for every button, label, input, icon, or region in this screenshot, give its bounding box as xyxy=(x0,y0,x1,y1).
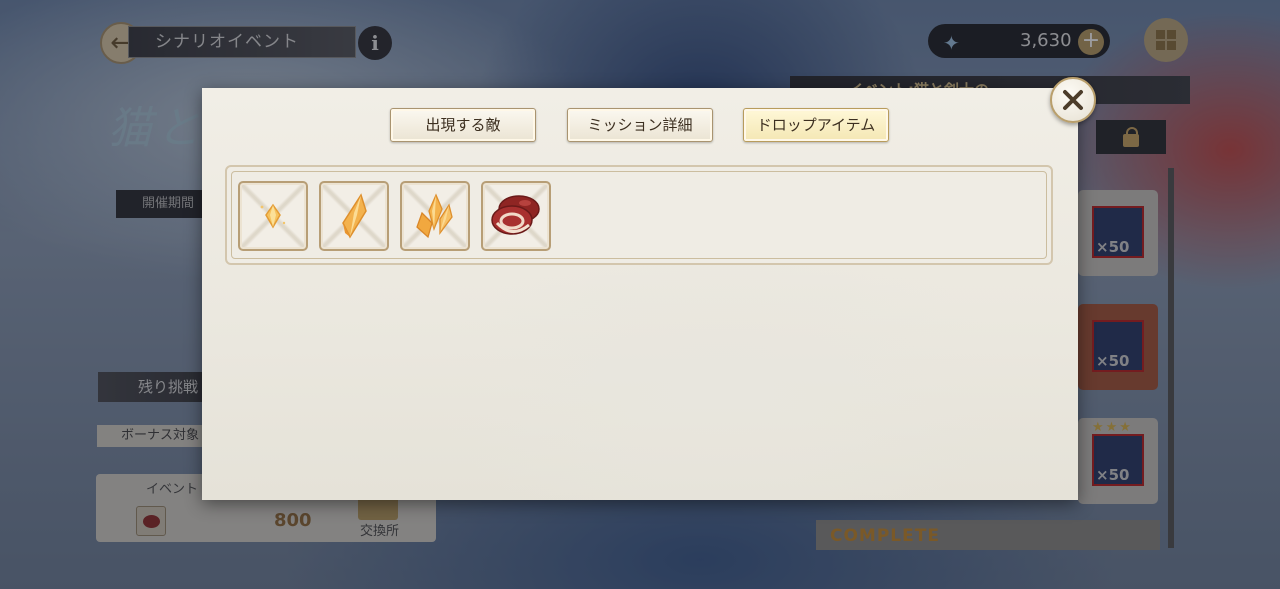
crystal-cluster-icon xyxy=(416,193,453,239)
tab-mission-details[interactable]: ミッション詳細 xyxy=(567,108,713,142)
small-crystal-icon xyxy=(260,203,286,229)
tab-drop-items[interactable]: ドロップアイテム xyxy=(743,108,889,142)
drop-items-panel xyxy=(225,165,1053,265)
drop-item-slot[interactable] xyxy=(319,181,389,251)
crystal-shard-icon xyxy=(342,193,367,239)
drop-item-slot[interactable] xyxy=(238,181,308,251)
drop-item-slot[interactable] xyxy=(481,181,551,251)
meat-icon xyxy=(491,195,540,235)
close-button[interactable] xyxy=(1050,77,1096,123)
drop-info-dialog: 出現する敵 ミッション詳細 ドロップアイテム xyxy=(202,88,1078,500)
tab-enemies[interactable]: 出現する敵 xyxy=(390,108,536,142)
close-icon xyxy=(1063,90,1083,110)
drop-item-slot[interactable] xyxy=(400,181,470,251)
